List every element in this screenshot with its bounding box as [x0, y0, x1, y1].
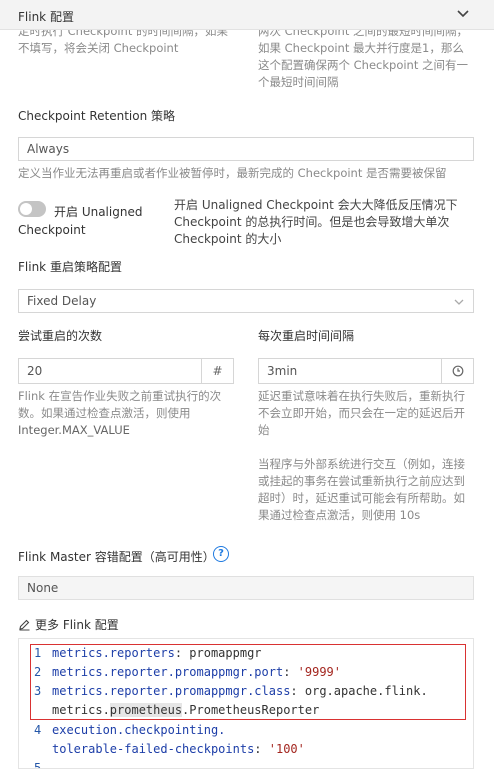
master-ha-value: None: [27, 581, 59, 595]
unaligned-label-2: Checkpoint: [18, 223, 86, 237]
help-icon[interactable]: ?: [213, 546, 229, 562]
code-line: execution.checkpointing.: [52, 723, 226, 737]
unaligned-checkpoint-toggle[interactable]: [18, 201, 46, 217]
code-line: metrics.reporters: promappmgr: [52, 646, 262, 660]
restart-attempts-value: 20: [27, 364, 43, 378]
more-config-label: 更多 Flink 配置: [35, 618, 119, 632]
restart-delay-desc: 延迟重试意味着在执行失败后，重新执行 不会立即开始，而只会在一定的延迟后开 始: [258, 389, 465, 437]
clock-icon: [441, 359, 473, 383]
edit-icon: [19, 619, 30, 631]
restart-delay-value: 3min: [267, 364, 298, 378]
restart-strategy-select[interactable]: Fixed Delay: [18, 289, 474, 313]
retention-label: Checkpoint Retention 策略: [18, 109, 176, 123]
restart-strategy-label: Flink 重启策略配置: [18, 260, 122, 274]
line-number: 2: [34, 665, 42, 679]
flink-config-editor[interactable]: 1 2 3 4 5 metrics.reporters: promappmgr …: [18, 638, 474, 769]
restart-delay-note: 当程序与外部系统进行交互（例如，连接 或挂起的事务在尝试重新执行之前应达到 超时…: [258, 457, 465, 522]
panel-title: Flink 配置: [18, 10, 74, 24]
retention-select[interactable]: Always: [18, 137, 474, 161]
config-panel-header[interactable]: Flink 配置: [0, 0, 494, 30]
number-hash-icon: #: [201, 359, 233, 383]
retention-value: Always: [27, 142, 70, 156]
restart-delay-input[interactable]: 3min: [258, 358, 474, 384]
line-number: 3: [34, 684, 42, 698]
unaligned-desc: 开启 Unaligned Checkpoint 会大大降低反压情况下 Check…: [174, 198, 458, 246]
restart-attempts-label: 尝试重启的次数: [18, 329, 103, 343]
restart-strategy-value: Fixed Delay: [27, 294, 97, 308]
min-pause-desc: 两次 Checkpoint 之间的最短时间间隔， 如果 Checkpoint 最…: [258, 24, 469, 89]
chevron-down-icon[interactable]: [455, 6, 471, 22]
code-line: metrics.reporter.promappmgr.port: '9999': [52, 665, 341, 679]
line-number: 1: [34, 646, 42, 660]
toggle-knob: [20, 203, 32, 215]
restart-attempts-input[interactable]: 20 #: [18, 358, 234, 384]
chevron-down-icon: [454, 299, 464, 305]
line-number: 5: [34, 761, 42, 769]
line-number: 4: [34, 723, 42, 737]
retention-desc: 定义当作业无法再重启或者作业被暂停时，最新完成的 Checkpoint 是否需要…: [18, 166, 447, 180]
restart-delay-label: 每次重启时间间隔: [258, 329, 355, 343]
master-ha-label: Flink Master 容错配置（高可用性）: [18, 550, 215, 564]
code-line: tolerable-failed-checkpoints: '100': [52, 742, 305, 756]
master-ha-select[interactable]: None: [18, 576, 474, 600]
unaligned-label-1: 开启 Unaligned: [54, 205, 143, 219]
restart-attempts-desc: Flink 在宣告作业失败之前重试执行的次 数。如果通过检查点激活，则使用 In…: [18, 389, 222, 437]
code-line: metrics.prometheus.PrometheusReporter: [52, 703, 320, 717]
code-line: metrics.reporter.promappmgr.class: org.a…: [52, 684, 428, 698]
more-config-heading: 更多 Flink 配置: [18, 616, 119, 633]
